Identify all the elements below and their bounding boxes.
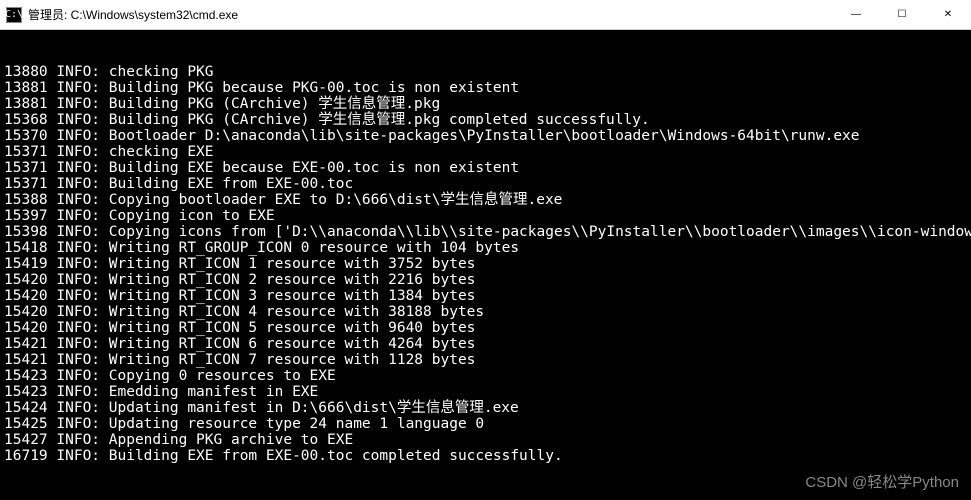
terminal-line: 16719 INFO: Building EXE from EXE-00.toc… — [4, 448, 967, 464]
window-controls: — ☐ ✕ — [833, 0, 971, 29]
terminal-line: 15420 INFO: Writing RT_ICON 2 resource w… — [4, 272, 967, 288]
minimize-button[interactable]: — — [833, 0, 879, 29]
titlebar: C:\ 管理员: C:\Windows\system32\cmd.exe — ☐… — [0, 0, 971, 30]
terminal-line: 15421 INFO: Writing RT_ICON 6 resource w… — [4, 336, 967, 352]
window-title: 管理员: C:\Windows\system32\cmd.exe — [28, 6, 833, 23]
terminal-line: 15371 INFO: checking EXE — [4, 144, 967, 160]
terminal-line: 15370 INFO: Bootloader D:\anaconda\lib\s… — [4, 128, 967, 144]
terminal-line: 15423 INFO: Emedding manifest in EXE — [4, 384, 967, 400]
terminal-line: 15421 INFO: Writing RT_ICON 7 resource w… — [4, 352, 967, 368]
terminal-line: 15423 INFO: Copying 0 resources to EXE — [4, 368, 967, 384]
cmd-icon: C:\ — [6, 7, 22, 23]
maximize-button[interactable]: ☐ — [879, 0, 925, 29]
terminal-line — [4, 464, 967, 480]
terminal-line: 15418 INFO: Writing RT_GROUP_ICON 0 reso… — [4, 240, 967, 256]
terminal-line: 15420 INFO: Writing RT_ICON 3 resource w… — [4, 288, 967, 304]
terminal-line: 13880 INFO: checking PKG — [4, 64, 967, 80]
terminal-line: 13881 INFO: Building PKG (CArchive) 学生信息… — [4, 96, 967, 112]
terminal-line: 15371 INFO: Building EXE because EXE-00.… — [4, 160, 967, 176]
terminal-line: 15420 INFO: Writing RT_ICON 5 resource w… — [4, 320, 967, 336]
terminal-line: 15420 INFO: Writing RT_ICON 4 resource w… — [4, 304, 967, 320]
terminal-line: 15419 INFO: Writing RT_ICON 1 resource w… — [4, 256, 967, 272]
terminal-line: 15427 INFO: Appending PKG archive to EXE — [4, 432, 967, 448]
terminal-output[interactable]: 13880 INFO: checking PKG13881 INFO: Buil… — [0, 30, 971, 500]
terminal-line: 13881 INFO: Building PKG because PKG-00.… — [4, 80, 967, 96]
terminal-line: 15397 INFO: Copying icon to EXE — [4, 208, 967, 224]
terminal-line: 15388 INFO: Copying bootloader EXE to D:… — [4, 192, 967, 208]
close-button[interactable]: ✕ — [925, 0, 971, 29]
terminal-line: 15425 INFO: Updating resource type 24 na… — [4, 416, 967, 432]
terminal-line: 15424 INFO: Updating manifest in D:\666\… — [4, 400, 967, 416]
terminal-line: 15368 INFO: Building PKG (CArchive) 学生信息… — [4, 112, 967, 128]
terminal-line: 15371 INFO: Building EXE from EXE-00.toc — [4, 176, 967, 192]
terminal-line: 15398 INFO: Copying icons from ['D:\\ana… — [4, 224, 967, 240]
